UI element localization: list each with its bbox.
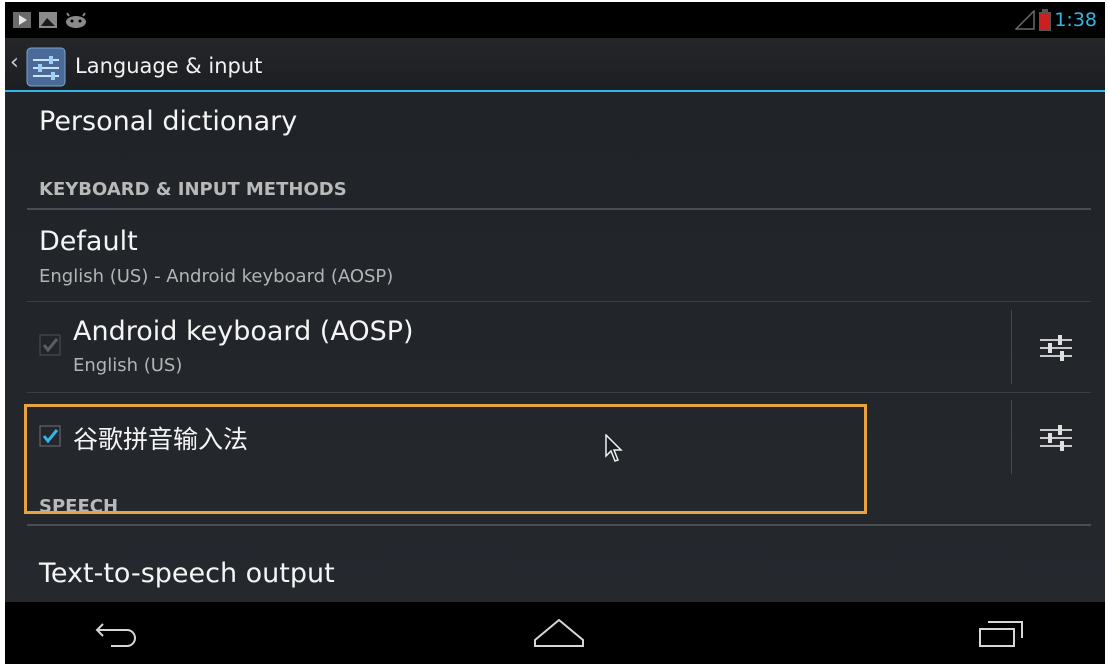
settings-sliders-icon — [26, 47, 66, 87]
android-screen: 1:38 ‹ Language & input Personal diction… — [5, 2, 1105, 664]
keyboard-category-divider — [27, 208, 1091, 210]
home-icon[interactable] — [532, 616, 586, 648]
preference-list[interactable]: Personal dictionary KEYBOARD & INPUT MET… — [5, 92, 1105, 602]
back-icon[interactable] — [91, 616, 141, 648]
recent-apps-icon[interactable] — [976, 620, 1026, 648]
play-store-notification-icon — [13, 12, 31, 28]
action-bar: ‹ Language & input — [5, 38, 1105, 92]
highlight-box — [24, 404, 867, 514]
clock: 1:38 — [1054, 9, 1097, 31]
speech-category-divider — [27, 524, 1091, 526]
default-summary: English (US) - Android keyboard (AOSP) — [39, 266, 394, 287]
chevron-left-icon: ‹ — [10, 50, 19, 75]
android-keyboard-settings-icon[interactable] — [1036, 328, 1076, 368]
list-divider — [27, 301, 1091, 302]
list-divider — [27, 392, 1091, 393]
vertical-divider — [1011, 400, 1012, 474]
google-pinyin-settings-icon[interactable] — [1036, 418, 1076, 458]
android-debug-icon — [66, 12, 86, 28]
personal-dictionary-title: Personal dictionary — [39, 106, 298, 137]
vertical-divider — [1011, 310, 1012, 384]
image-notification-icon — [39, 12, 57, 28]
keyboard-category-header: KEYBOARD & INPUT METHODS — [39, 179, 347, 200]
navigation-bar — [5, 602, 1105, 664]
android-keyboard-title: Android keyboard (AOSP) — [73, 316, 414, 347]
action-bar-title: Language & input — [75, 54, 263, 78]
tts-title: Text-to-speech output — [39, 558, 335, 589]
default-title: Default — [39, 226, 138, 257]
android-keyboard-summary: English (US) — [73, 355, 183, 376]
status-bar: 1:38 — [5, 2, 1105, 38]
battery-low-icon — [1039, 9, 1051, 31]
checkbox-disabled-checked-icon[interactable] — [39, 334, 61, 356]
mouse-cursor-icon — [605, 434, 623, 462]
signal-icon — [1015, 10, 1035, 30]
